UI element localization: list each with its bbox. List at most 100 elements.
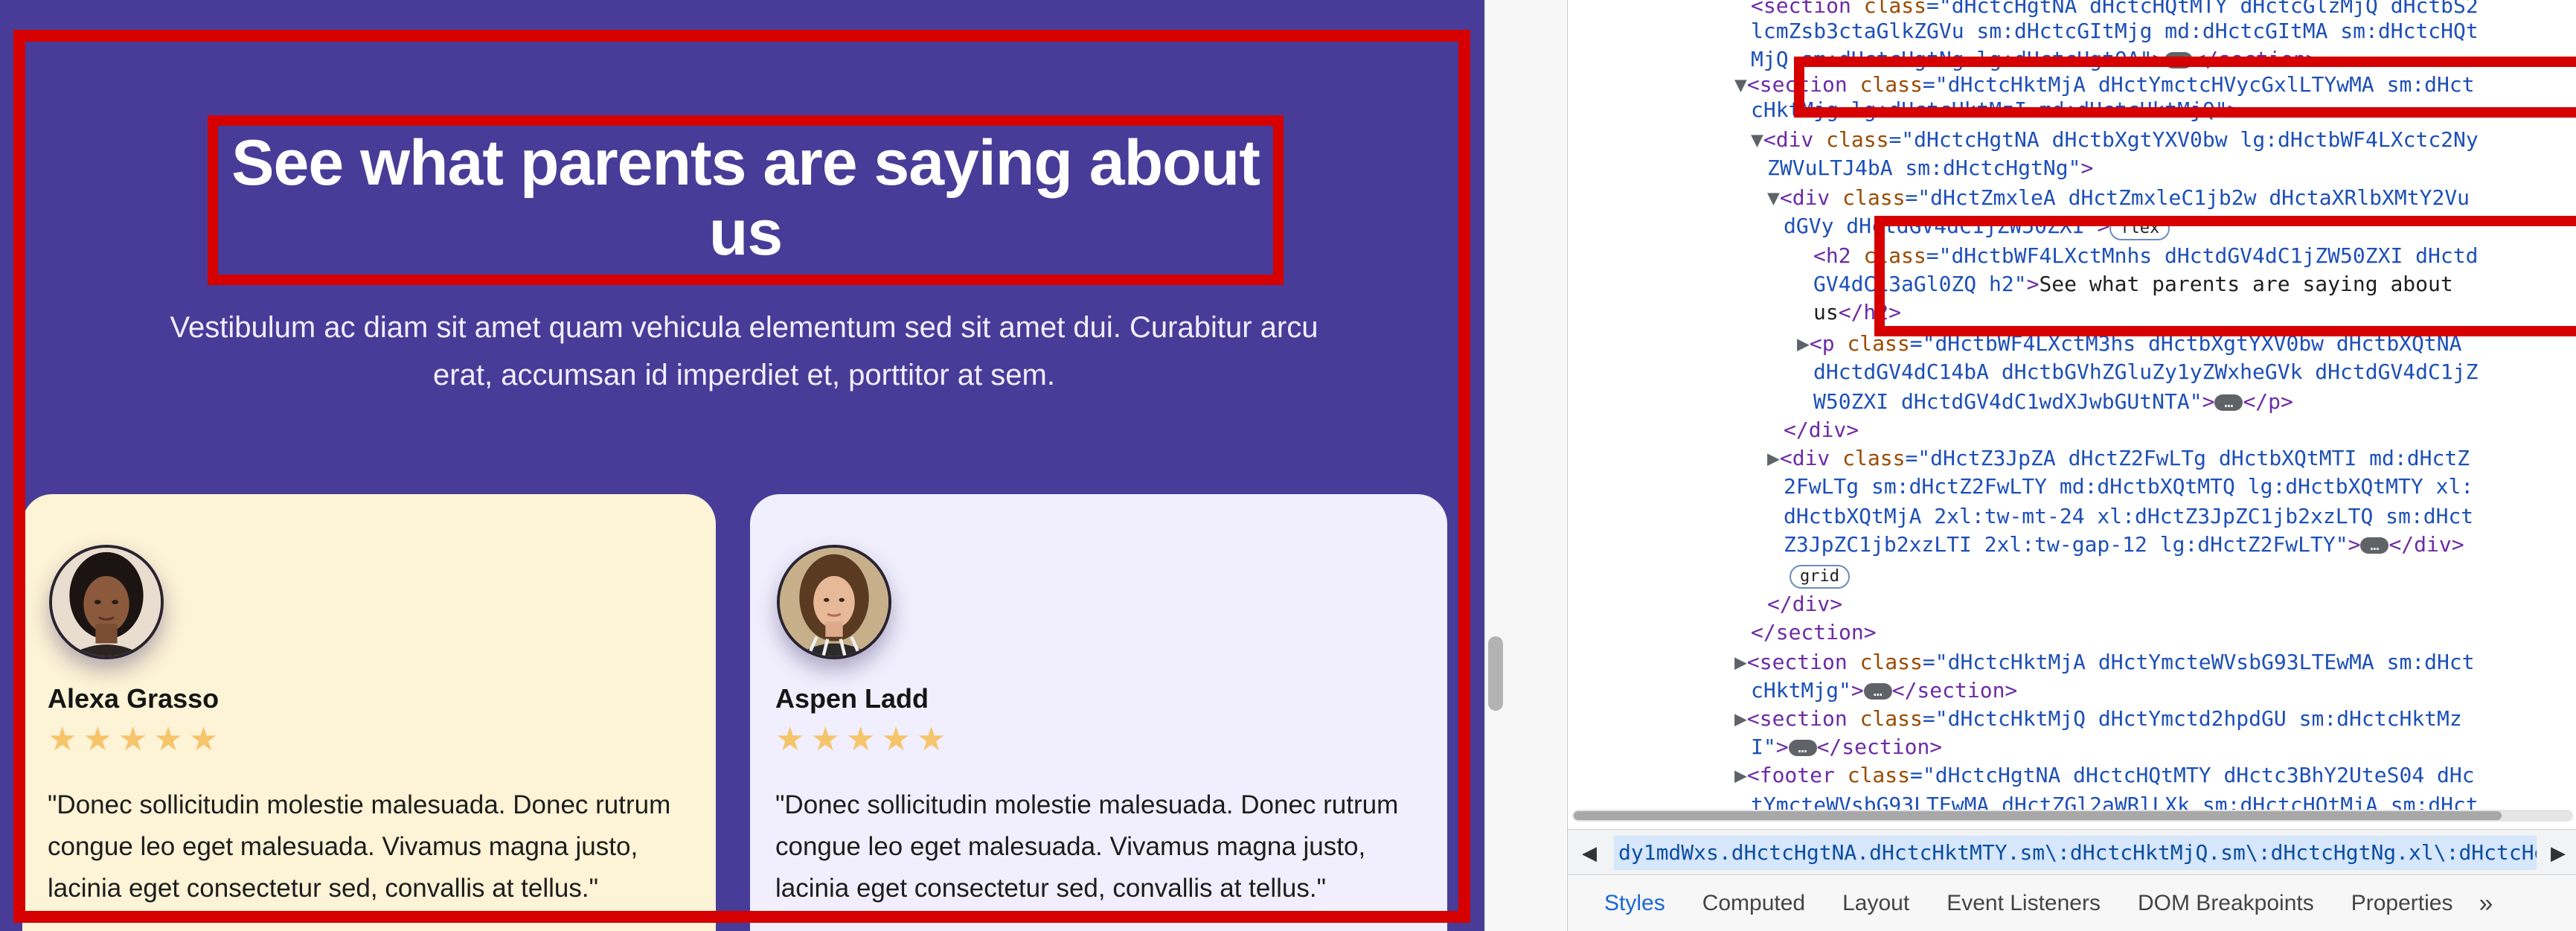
code-token: > <box>1851 678 1864 703</box>
disclosure-triangle-icon[interactable]: ▶ <box>1734 650 1747 674</box>
disclosure-triangle-icon[interactable]: ▶ <box>1734 763 1747 787</box>
elements-tree-line[interactable]: ▶<footer class="dHctcHgtNA dHctcHQtMTY d… <box>1734 761 2475 790</box>
devtools-panel: <section class ="dHctcHgtNA dHctcHQtMTY d… <box>1567 0 2576 931</box>
disclosure-triangle-icon[interactable]: ▼ <box>1734 72 1747 97</box>
layout-badge[interactable]: flex <box>2109 217 2170 240</box>
code-token: ="dHctbWF4LXctMnhs dHctdGV4dC1jZW50ZXI d… <box>1926 243 2479 268</box>
code-token: > <box>2097 214 2110 238</box>
elements-tree-line[interactable]: dGVy dHctdGV4dC1jZW50ZXI"> flex <box>1784 211 2170 240</box>
tab-properties[interactable]: Properties <box>2333 876 2472 931</box>
code-token: Z3JpZC1jb2xzLTI 2xl:tw-gap-12 lg:dHctZ2F… <box>1784 532 2348 557</box>
code-token: class <box>1842 446 1906 470</box>
elements-tree[interactable]: <section class ="dHctcHgtNA dHctcHQtMTY d… <box>1568 0 2576 811</box>
tab-computed[interactable]: Computed <box>1684 876 1824 931</box>
elements-tree-line[interactable]: dHctbXQtMjA 2xl:tw-mt-24 xl:dHctZ3JpZC1j… <box>1784 502 2473 531</box>
elements-tree-line[interactable]: <h2 class="dHctbWF4LXctMnhs dHctdGV4dC1j… <box>1813 241 2478 270</box>
code-token: lcmZsb3ctaGlkZGVu sm:dHctcGItMjg md:dHct… <box>1751 19 2479 43</box>
star-icon: ★ <box>118 720 148 758</box>
code-token: </section> <box>1891 678 2018 703</box>
elements-tree-line[interactable]: tYmcteWVsbG93LTEwMA dHctZGl2aWRlLXk sm:d… <box>1751 790 2479 811</box>
elements-tree-line[interactable]: Z3JpZC1jb2xzLTI 2xl:tw-gap-12 lg:dHctZ2F… <box>1784 530 2464 559</box>
ellipsis-icon[interactable]: … <box>2214 394 2243 411</box>
caret-right-icon[interactable]: ▶ <box>2541 836 2575 870</box>
code-token: 2FwLTg sm:dHctZ2FwLTY md:dHctbXQtMTQ lg:… <box>1784 474 2474 499</box>
tab-event-listeners[interactable]: Event Listeners <box>1928 876 2119 931</box>
ellipsis-icon[interactable]: … <box>1863 683 1892 700</box>
elements-tree-line[interactable]: ▼<div class="dHctcHgtNA dHctbXgtYXV0bw l… <box>1751 125 2479 154</box>
elements-tree-line[interactable]: lcmZsb3ctaGlkZGVu sm:dHctcGItMjg md:dHct… <box>1751 16 2479 45</box>
star-rating: ★ ★ ★ ★ ★ <box>775 723 946 756</box>
code-token: > <box>2227 97 2240 122</box>
elements-tree-line[interactable]: cHktMjg lg:dHctcHktMzI md:dHctcHktMjQ"> <box>1751 95 2240 124</box>
code-token: <div <box>1779 446 1843 470</box>
code-token: <p <box>1809 331 1848 356</box>
code-token: class <box>1847 331 1910 356</box>
elements-tree-line[interactable]: W50ZXI dHctdGV4dC1wdXJwbGUtNTA">… </p> <box>1813 387 2293 416</box>
code-token: <footer <box>1746 763 1848 787</box>
code-token: </div> <box>1784 417 1859 442</box>
caret-left-icon[interactable]: ◀ <box>1572 836 1606 870</box>
disclosure-triangle-icon[interactable]: ▼ <box>1751 127 1763 152</box>
elements-tree-line[interactable]: grid <box>1790 560 1850 589</box>
star-rating: ★ ★ ★ ★ ★ <box>48 723 218 756</box>
elements-tree-line[interactable]: ▶<section class="dHctcHktMjQ dHctYmctd2h… <box>1734 704 2462 733</box>
ellipsis-icon[interactable]: … <box>2360 537 2389 554</box>
star-icon: ★ <box>881 720 911 758</box>
code-token: See what parents are saying about <box>2039 272 2453 296</box>
star-icon: ★ <box>845 720 876 758</box>
code-token: GV4dC13aGl0ZQ h2" <box>1813 272 2027 296</box>
page-scrollbar-track[interactable] <box>1484 0 1566 931</box>
code-token: class <box>1863 243 1926 268</box>
more-tabs-icon[interactable]: » <box>2471 876 2500 931</box>
ellipsis-icon[interactable]: … <box>1788 740 1817 756</box>
elements-tree-line[interactable]: cHktMjg">… </section> <box>1751 676 2017 705</box>
elements-tree-line[interactable]: dHctdGV4dC14bA dHctbGVhZGluZy1yZWxheGVk … <box>1813 357 2478 386</box>
layout-badge[interactable]: grid <box>1790 565 1850 589</box>
tab-layout[interactable]: Layout <box>1824 876 1928 931</box>
disclosure-triangle-icon[interactable]: ▼ <box>1767 185 1780 210</box>
code-token: > <box>2348 532 2361 557</box>
elements-tree-line[interactable]: us</h2> <box>1813 298 1901 327</box>
avatar-photo-icon <box>52 548 161 656</box>
code-token: > <box>2026 272 2040 296</box>
star-icon: ★ <box>810 720 840 758</box>
elements-tree-line[interactable]: GV4dC13aGl0ZQ h2">See what parents are s… <box>1813 269 2453 298</box>
code-token: ="dHctcHgtNA dHctcHQtMTY dHctc3BhY2UteS0… <box>1910 763 2475 787</box>
page-preview: See what parents are saying about us Ves… <box>0 0 1484 931</box>
tab-dom-breakpoints[interactable]: DOM Breakpoints <box>2119 876 2333 931</box>
disclosure-triangle-icon[interactable]: ▶ <box>1797 331 1810 356</box>
star-icon: ★ <box>48 720 77 758</box>
testimonial-quote: "Donec sollicitudin molestie malesuada. … <box>775 790 1399 903</box>
code-token: > <box>2080 156 2094 180</box>
section-heading: See what parents are saying about us <box>231 127 1260 269</box>
elements-tree-line[interactable]: ZWVuLTJ4bA sm:dHctcHgtNg"> <box>1767 153 2093 182</box>
elements-horizontal-scroll-thumb[interactable] <box>1574 811 2502 820</box>
elements-tree-line[interactable]: </section> <box>1751 618 1877 647</box>
elements-tree-line[interactable]: 2FwLTg sm:dHctZ2FwLTY md:dHctbXQtMTQ lg:… <box>1784 472 2473 501</box>
code-token: > <box>2202 389 2215 414</box>
elements-tree-line[interactable]: ▶<section class="dHctcHktMjA dHctYmcteWV… <box>1734 647 2475 676</box>
code-token: </section> <box>1751 620 1877 644</box>
elements-tree-line[interactable]: ▼<div class="dHctZmxleA dHctZmxleC1jb2w … <box>1767 183 2470 212</box>
elements-tree-line[interactable]: ▶<p class="dHctbWF4LXctM3hs dHctbXgtYXV0… <box>1797 329 2461 358</box>
elements-tree-line[interactable]: I">… </section> <box>1751 732 1942 761</box>
testimonial-quote: "Donec sollicitudin molestie malesuada. … <box>48 790 671 903</box>
code-token: ="dHctZmxleA dHctZmxleC1jb2w dHctaXRlbXM… <box>1905 185 2470 210</box>
breadcrumb-item[interactable]: dy1mdWxs.dHctcHgtNA.dHctcHktMTY.sm\:dHct… <box>1614 836 2537 870</box>
code-token: <section <box>1746 72 1860 97</box>
code-token: ="dHctcHgtNA dHctcHQtMTY dHctcGlzMjQ dHc… <box>1926 0 2479 18</box>
code-token: class <box>1859 706 1923 731</box>
elements-tree-line[interactable]: ▶<div class="dHctZ3JpZA dHctZ2FwLTg dHct… <box>1767 444 2470 473</box>
code-token: <section <box>1746 706 1860 731</box>
code-token: us <box>1813 300 1839 324</box>
elements-tree-line[interactable]: </div> <box>1767 589 1842 618</box>
ellipsis-icon[interactable]: … <box>2165 52 2194 68</box>
code-token: cHktMjg lg:dHctcHktMzI md:dHctcHktMjQ" <box>1751 97 2228 122</box>
disclosure-triangle-icon[interactable]: ▶ <box>1734 706 1747 731</box>
star-icon: ★ <box>775 720 805 758</box>
tab-styles[interactable]: Styles <box>1586 876 1684 931</box>
page-scrollbar-thumb[interactable] <box>1488 636 1503 711</box>
code-token: <div <box>1763 127 1827 152</box>
disclosure-triangle-icon[interactable]: ▶ <box>1767 446 1780 470</box>
elements-tree-line[interactable]: </div> <box>1784 415 1859 444</box>
